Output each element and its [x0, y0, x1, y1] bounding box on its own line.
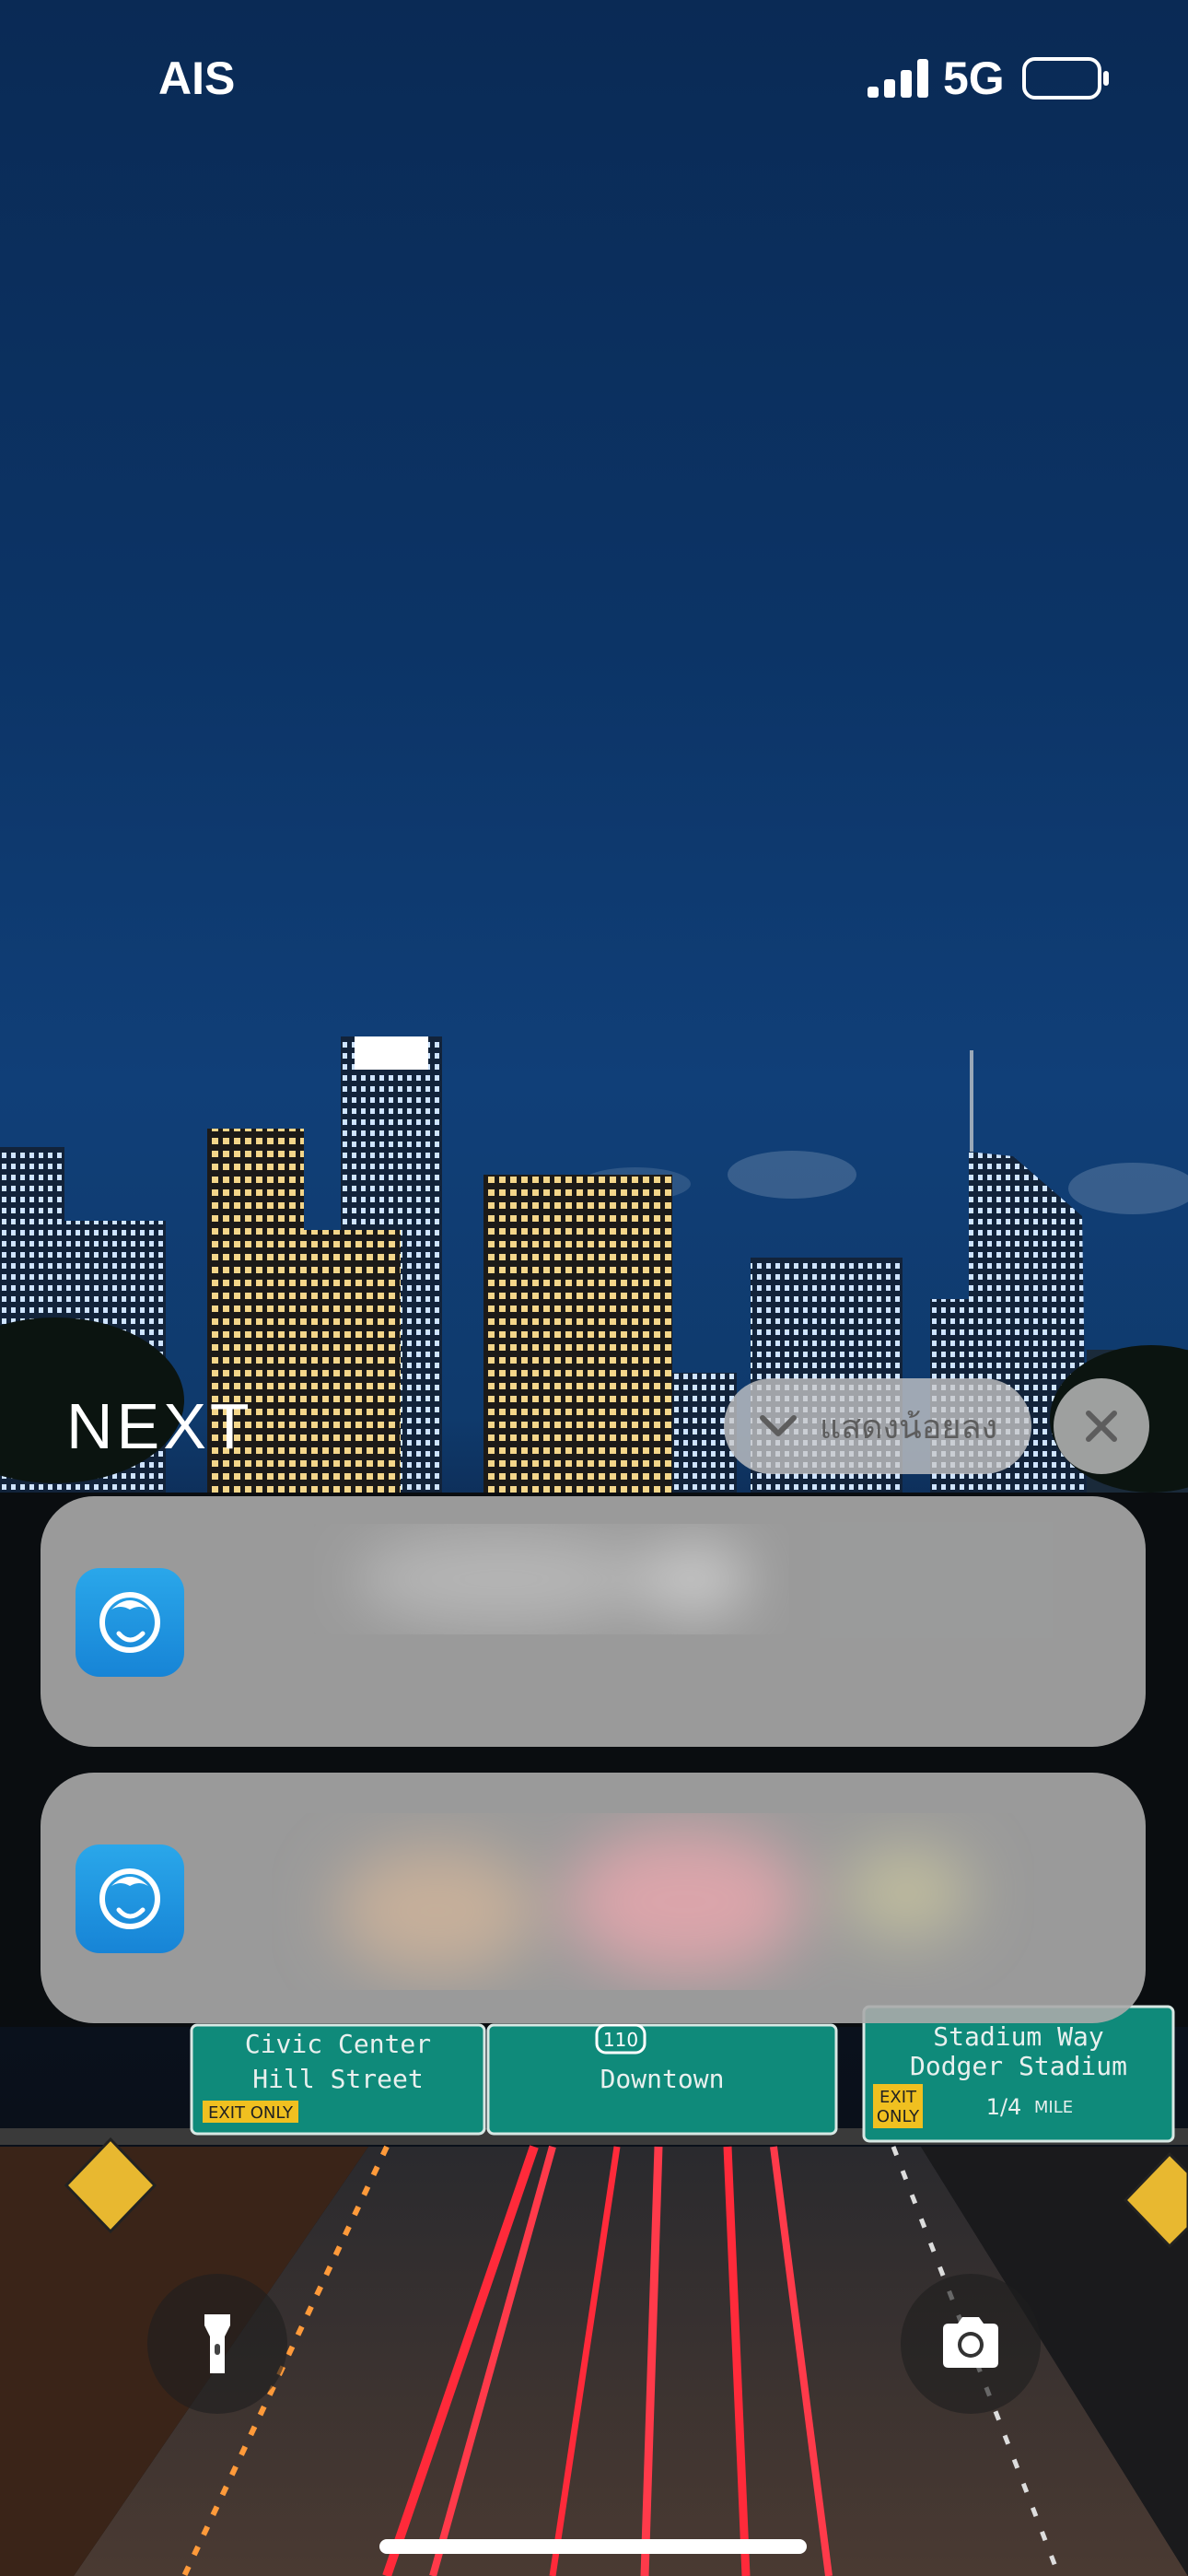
building	[299, 1230, 401, 1497]
app-logo-icon	[76, 1844, 184, 1953]
building	[483, 1175, 672, 1497]
building	[355, 1036, 428, 1070]
chevron-down-icon	[760, 1415, 797, 1436]
show-less-button[interactable]: แสดงน้อยลง	[724, 1378, 1031, 1474]
cloud	[1068, 1163, 1188, 1214]
sign-text: EXIT ONLY	[208, 2103, 294, 2123]
sign-text: MILE	[1034, 2098, 1073, 2117]
lock-screen: Civic Center Hill Street EXIT ONLY 110 D…	[0, 0, 1188, 2576]
building	[970, 1050, 973, 1152]
show-less-label: แสดงน้อยลง	[820, 1408, 998, 1446]
app-logo-icon	[76, 1568, 184, 1677]
sign-text: EXIT	[879, 2088, 917, 2107]
notification-card[interactable]	[41, 1773, 1146, 2023]
home-indicator[interactable]	[379, 2539, 807, 2554]
blurred-notification-content	[354, 1533, 750, 1625]
wallpaper-city-skyline: Civic Center Hill Street EXIT ONLY 110 D…	[0, 1036, 1188, 2576]
sign-text: Hill Street	[252, 2064, 423, 2094]
blurred-notification-content	[335, 1828, 971, 1975]
notification-section-title: NEXT	[66, 1390, 253, 1462]
sign-text: Stadium Way	[933, 2021, 1103, 2052]
status-bar: AIS 5G	[0, 0, 1188, 157]
clear-notifications-button[interactable]	[1054, 1378, 1149, 1474]
sign-text: ONLY	[877, 2107, 920, 2126]
carrier-label: AIS	[158, 53, 236, 104]
network-type-label: 5G	[943, 53, 1005, 104]
notification-card[interactable]	[41, 1496, 1146, 1747]
camera-button[interactable]	[901, 2274, 1041, 2414]
sign-text: Civic Center	[245, 2029, 431, 2059]
battery-icon	[1022, 57, 1109, 100]
cellular-signal-icon	[868, 59, 928, 98]
cloud	[728, 1151, 856, 1199]
close-icon	[1086, 1411, 1117, 1442]
flashlight-button[interactable]	[147, 2274, 287, 2414]
sign-text: Downtown	[600, 2064, 725, 2094]
sign-text: Dodger Stadium	[910, 2051, 1127, 2081]
sign-text: 1/4	[986, 2094, 1022, 2120]
camera-icon	[943, 2317, 998, 2368]
flashlight-icon	[204, 2314, 230, 2373]
sign-text: 110	[603, 2029, 638, 2051]
